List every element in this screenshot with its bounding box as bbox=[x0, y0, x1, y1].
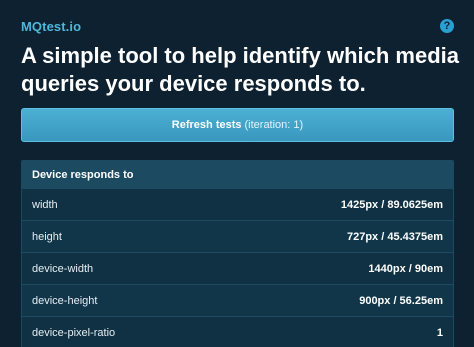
row-value: 900px / 56.25em bbox=[359, 294, 443, 307]
row-label: width bbox=[32, 198, 58, 211]
result-row-width: width 1425px / 89.0625em bbox=[22, 189, 453, 221]
row-value: 1440px / 90em bbox=[368, 262, 443, 275]
panel-header: Device responds to bbox=[22, 161, 453, 189]
refresh-button-label: Refresh tests bbox=[171, 119, 242, 131]
page: MQtest.io ? A simple tool to help identi… bbox=[0, 0, 474, 347]
row-value: 727px / 45.4375em bbox=[346, 230, 443, 243]
row-label: device-pixel-ratio bbox=[32, 326, 116, 339]
page-headline: A simple tool to help identify which med… bbox=[21, 43, 460, 96]
row-label: device-width bbox=[32, 262, 94, 275]
row-label: device-height bbox=[32, 294, 98, 307]
row-label: height bbox=[32, 230, 62, 243]
iteration-count: (iteration: 1) bbox=[244, 119, 304, 131]
result-row-device-height: device-height 900px / 56.25em bbox=[22, 285, 453, 317]
row-value: 1425px / 89.0625em bbox=[340, 198, 443, 211]
help-icon[interactable]: ? bbox=[440, 19, 454, 33]
site-logo[interactable]: MQtest.io bbox=[21, 19, 81, 34]
row-value: 1 bbox=[436, 326, 443, 339]
refresh-tests-button[interactable]: Refresh tests (iteration: 1) bbox=[21, 108, 454, 142]
top-bar: MQtest.io ? bbox=[21, 16, 454, 36]
results-panel: Device responds to width 1425px / 89.062… bbox=[21, 160, 454, 347]
result-row-height: height 727px / 45.4375em bbox=[22, 221, 453, 253]
result-row-device-pixel-ratio: device-pixel-ratio 1 bbox=[22, 317, 453, 347]
result-row-device-width: device-width 1440px / 90em bbox=[22, 253, 453, 285]
